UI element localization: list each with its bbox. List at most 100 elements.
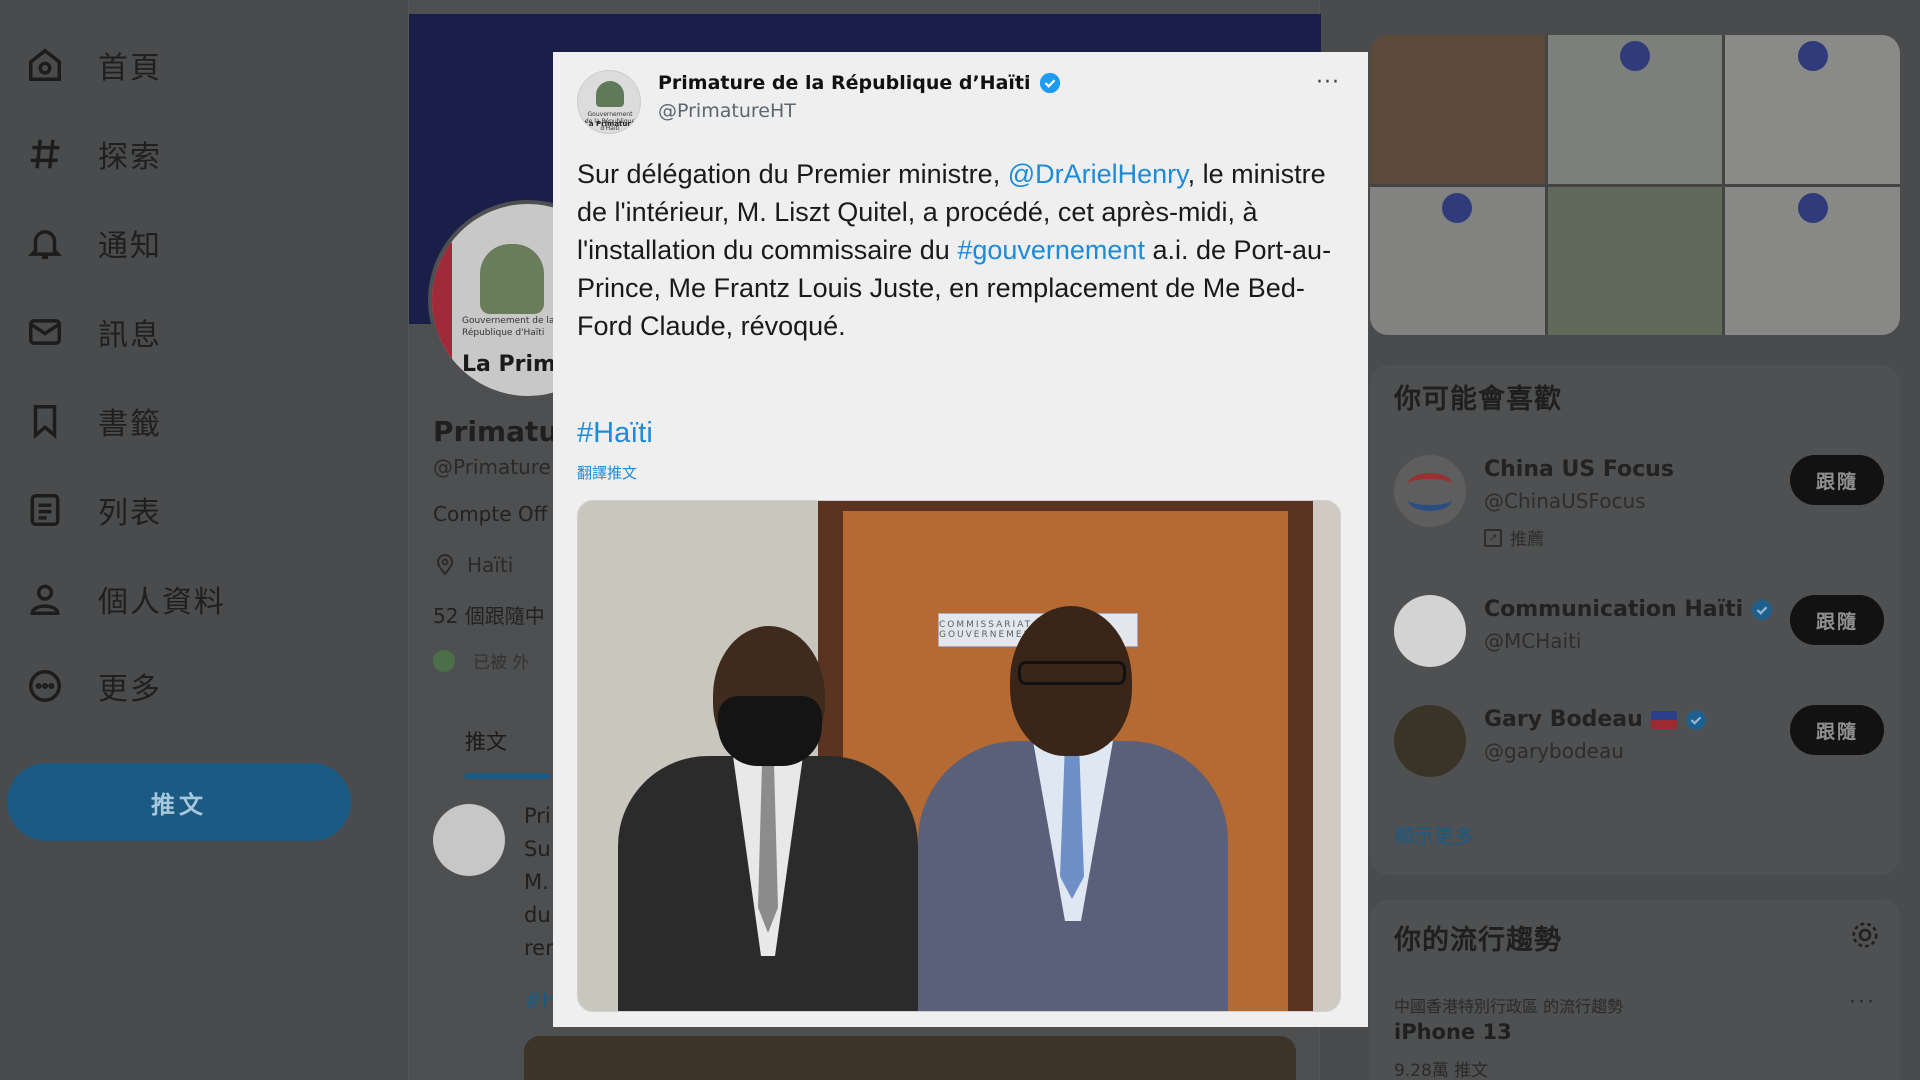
trends-panel: 你的流行趨勢 中國香港特別行政區 的流行趨勢 iPhone 13 9.28萬 推…: [1370, 900, 1900, 1080]
tweet-author-avatar[interactable]: Gouvernement de la République d'Haïti La…: [577, 70, 641, 134]
face-mask: [718, 696, 822, 766]
verified-badge-icon: [1752, 599, 1773, 620]
nav-explore-label: 探索: [98, 140, 162, 175]
trend-count: 9.28萬 推文: [1394, 1061, 1489, 1080]
mention-link[interactable]: @DrArielHenry: [1008, 159, 1188, 189]
media-thumbnail[interactable]: [1547, 186, 1723, 335]
account-avatar: [1394, 455, 1466, 527]
suggested-account[interactable]: Gary Bodeau @garybodeau 跟隨: [1394, 705, 1884, 805]
promoted-icon: ↗: [1484, 528, 1502, 547]
account-handle: @MCHaiti: [1484, 629, 1582, 653]
bell-icon: [22, 220, 68, 266]
follower-avatar: [433, 649, 455, 672]
nav-notifications[interactable]: 通知: [22, 213, 162, 273]
seal-icon: [1797, 192, 1828, 223]
trend-more-button[interactable]: ···: [1849, 990, 1876, 1015]
coat-of-arms-icon: [480, 244, 544, 314]
account-name: Gary Bodeau: [1484, 707, 1643, 732]
media-thumbnail[interactable]: [1725, 186, 1900, 335]
gear-icon[interactable]: [1850, 920, 1880, 950]
list-icon: [22, 487, 68, 533]
feed-tweet-avatar[interactable]: [433, 804, 505, 876]
trends-title: 你的流行趨勢: [1394, 925, 1562, 956]
glasses: [1018, 661, 1126, 685]
avatar-text-line2: République d'Haïti: [462, 328, 545, 338]
compose-tweet-button[interactable]: 推文: [7, 763, 351, 841]
profile-name: Primatu: [433, 415, 559, 448]
follow-button[interactable]: 跟隨: [1790, 595, 1884, 645]
promoted-label: ↗ 推薦: [1484, 525, 1544, 550]
avatar-text-line1: Gouvernement de la: [462, 316, 555, 326]
profile-followed-by: 已被 外: [433, 648, 529, 673]
translate-tweet-link[interactable]: 翻譯推文: [577, 462, 637, 483]
who-to-follow-title: 你可能會喜歡: [1394, 384, 1562, 415]
nav-profile-label: 個人資料: [98, 585, 226, 620]
coat-of-arms-icon: [596, 81, 624, 107]
tweet-author-name[interactable]: Primature de la République d’Haïti: [658, 72, 1031, 94]
nav-bookmarks[interactable]: 書籤: [22, 391, 162, 451]
seal-icon: [1797, 41, 1828, 71]
seal-icon: [1619, 41, 1650, 71]
left-navigation: 首頁 探索 通知 訊息 書籤 列表 個人資料 更多 推文: [0, 0, 400, 1080]
home-icon: [22, 42, 68, 88]
profile-bio: Compte Off: [433, 502, 548, 526]
account-avatar: [1394, 705, 1466, 777]
nav-notifications-label: 通知: [98, 229, 162, 264]
tweet-author-handle[interactable]: @PrimatureHT: [658, 100, 796, 122]
media-thumbnail[interactable]: [1547, 35, 1723, 184]
mail-icon: [22, 309, 68, 355]
feed-tweet-media[interactable]: [524, 1036, 1296, 1080]
profile-media-grid[interactable]: [1370, 35, 1900, 335]
nav-home-label: 首頁: [98, 51, 162, 86]
hashtag-icon: [22, 131, 68, 177]
nav-lists[interactable]: 列表: [22, 480, 162, 540]
account-avatar: [1394, 595, 1466, 667]
nav-messages-label: 訊息: [98, 318, 162, 353]
account-name: Communication Haïti: [1484, 597, 1744, 622]
bookmark-icon: [22, 398, 68, 444]
trend-name[interactable]: iPhone 13: [1394, 1020, 1512, 1044]
more-circle-icon: [22, 663, 68, 709]
account-handle: @ChinaUSFocus: [1484, 489, 1646, 513]
hashtag-link[interactable]: #gouvernement: [957, 235, 1145, 265]
nav-home[interactable]: 首頁: [22, 35, 162, 95]
nav-more-label: 更多: [98, 672, 162, 707]
trend-context: 中國香港特別行政區 的流行趨勢: [1394, 997, 1624, 1016]
suggested-account[interactable]: Communication Haïti @MCHaiti 跟隨: [1394, 595, 1884, 695]
nav-bookmarks-label: 書籤: [98, 407, 162, 442]
location-pin-icon: [436, 554, 454, 576]
nav-more[interactable]: 更多: [22, 656, 162, 716]
account-name: China US Focus: [1484, 457, 1674, 482]
tweet-photo[interactable]: COMMISSARIAT DU GOUVERNEMENT: [577, 500, 1341, 1012]
nav-profile[interactable]: 個人資料: [22, 569, 226, 629]
nav-lists-label: 列表: [98, 496, 162, 531]
verified-badge-icon: [1685, 709, 1706, 730]
follow-button[interactable]: 跟隨: [1790, 705, 1884, 755]
nav-explore[interactable]: 探索: [22, 124, 162, 184]
show-more-link[interactable]: 顯示更多: [1394, 820, 1474, 849]
account-handle: @garybodeau: [1484, 739, 1624, 763]
suggested-account[interactable]: China US Focus @ChinaUSFocus ↗ 推薦 跟隨: [1394, 455, 1884, 555]
media-thumbnail[interactable]: [1370, 186, 1545, 335]
tweet-card[interactable]: Gouvernement de la République d'Haïti La…: [553, 52, 1368, 1027]
profile-location-text: Haïti: [467, 553, 514, 577]
tweet-text: Sur délégation du Premier ministre, @DrA…: [577, 159, 1332, 341]
tab-tweets[interactable]: 推文: [465, 726, 507, 756]
media-thumbnail[interactable]: [1370, 35, 1545, 184]
follow-button[interactable]: 跟隨: [1790, 455, 1884, 505]
nav-messages[interactable]: 訊息: [22, 302, 162, 362]
who-to-follow-panel: 你可能會喜歡 China US Focus @ChinaUSFocus ↗ 推薦 …: [1370, 365, 1900, 875]
profile-following-count[interactable]: 52 個跟隨中: [433, 600, 545, 629]
tab-active-indicator: [464, 773, 550, 779]
haiti-flag-icon: [1650, 710, 1677, 729]
profile-handle: @Primature: [433, 455, 551, 479]
person-icon: [22, 576, 68, 622]
hashtag-link[interactable]: #Haïti: [577, 417, 653, 450]
verified-badge-icon: [1039, 72, 1060, 94]
profile-location: Haïti: [433, 553, 513, 577]
media-thumbnail[interactable]: [1725, 35, 1900, 184]
followed-by-text: 已被 外: [473, 653, 530, 673]
feed-tweet-text: Pri Su M. du rer: [524, 804, 554, 960]
tweet-more-button[interactable]: ···: [1316, 70, 1340, 95]
seal-icon: [1442, 192, 1473, 223]
